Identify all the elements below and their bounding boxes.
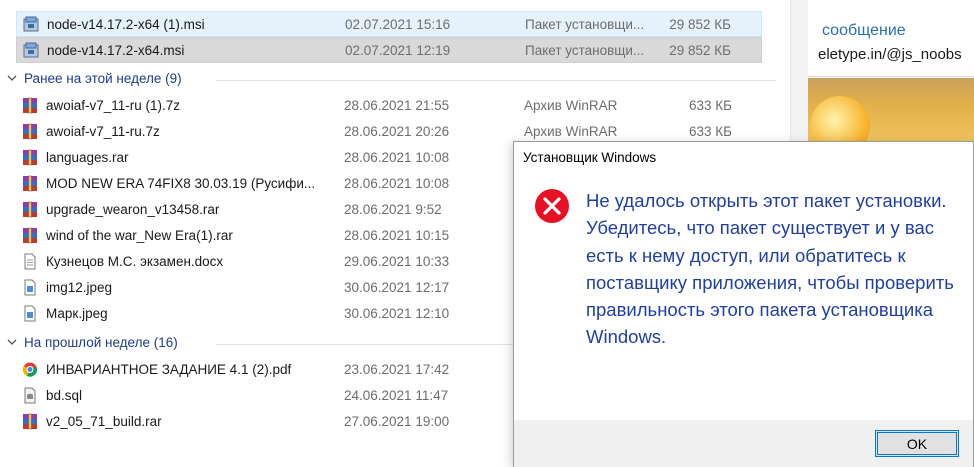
msi-installer-icon (23, 42, 39, 59)
file-name: languages.rar (46, 150, 129, 165)
dialog-message: Не удалось открыть этот пакет установки.… (586, 190, 954, 348)
chevron-down-icon (7, 339, 17, 345)
file-size: 29 852 КБ (669, 17, 731, 32)
ok-button[interactable]: OK (875, 430, 959, 457)
dialog-titlebar[interactable]: Установщик Windows (514, 142, 973, 172)
file-row[interactable]: node-v14.17.2-x64.msi 02.07.2021 12:19 Пак… (16, 37, 762, 63)
winrar-archive-icon (22, 175, 38, 192)
chevron-down-icon (7, 75, 17, 81)
divider (808, 76, 974, 77)
file-name: Кузнецов М.С. экзамен.docx (46, 254, 224, 269)
file-date: 02.07.2021 15:16 (345, 17, 451, 32)
group-label: Ранее на этой неделе (9) (24, 71, 182, 86)
error-icon (535, 189, 569, 223)
file-date: 23.06.2021 17:42 (344, 362, 450, 377)
file-name: awoiaf-v7_11-ru (1).7z (46, 98, 181, 113)
file-name: node-v14.17.2-x64 (1).msi (47, 17, 205, 32)
chrome-pdf-icon (22, 361, 38, 378)
file-date: 28.06.2021 10:08 (344, 176, 450, 191)
group-label: На прошлой неделе (16) (24, 335, 178, 350)
file-size: 633 КБ (689, 98, 732, 113)
background-message-url[interactable]: eletype.in/@js_noobs (818, 46, 962, 63)
file-row[interactable]: awoiaf-v7_11-ru (1).7z 28.06.2021 21:55 Ар… (16, 93, 762, 119)
file-date: 27.06.2021 19:00 (344, 414, 450, 429)
file-type: Архив WinRAR (524, 124, 618, 139)
image-file-icon (22, 305, 38, 322)
winrar-archive-icon (22, 97, 38, 114)
file-date: 28.06.2021 20:26 (344, 124, 450, 139)
file-date: 28.06.2021 9:52 (344, 202, 442, 217)
document-icon (22, 253, 38, 270)
file-type: Пакет установщи... (525, 17, 645, 32)
file-date: 28.06.2021 21:55 (344, 98, 450, 113)
group-divider (216, 80, 776, 81)
file-name: Марк.jpeg (46, 306, 108, 321)
file-row[interactable]: node-v14.17.2-x64 (1).msi 02.07.2021 15:1… (16, 11, 762, 37)
winrar-archive-icon (22, 123, 38, 140)
file-type: Архив WinRAR (524, 98, 618, 113)
msi-installer-icon (23, 16, 39, 33)
image-file-icon (22, 279, 38, 296)
file-date: 02.07.2021 12:19 (345, 43, 451, 58)
file-size: 633 КБ (689, 124, 732, 139)
background-artwork (808, 78, 974, 148)
winrar-archive-icon (22, 413, 38, 430)
file-name: upgrade_wearon_v13458.rar (46, 202, 220, 217)
file-type: Пакет установщи... (525, 43, 645, 58)
winrar-archive-icon (22, 227, 38, 244)
file-date: 30.06.2021 12:10 (344, 306, 450, 321)
dialog-footer: OK (514, 420, 973, 467)
background-message-title: сообщение (822, 22, 906, 39)
file-name: v2_05_71_build.rar (46, 414, 162, 429)
file-date: 29.06.2021 10:33 (344, 254, 450, 269)
file-date: 24.06.2021 11:47 (344, 388, 449, 403)
file-name: wind of the war_New Era(1).rar (46, 228, 233, 243)
file-size: 29 852 КБ (669, 43, 731, 58)
file-name: awoiaf-v7_11-ru.7z (46, 124, 160, 139)
group-header[interactable]: Ранее на этой неделе (9) (6, 69, 776, 91)
file-date: 28.06.2021 10:08 (344, 150, 450, 165)
file-name: node-v14.17.2-x64.msi (47, 43, 185, 58)
file-name: ИНВАРИАНТНОЕ ЗАДАНИЕ 4.1 (2).pdf (46, 362, 292, 377)
file-date: 28.06.2021 10:15 (344, 228, 450, 243)
file-date: 30.06.2021 12:17 (344, 280, 450, 295)
file-name: MOD NEW ERA 74FIX8 30.03.19 (Русифи... (46, 176, 316, 191)
dialog-title: Установщик Windows (523, 150, 657, 165)
windows-installer-dialog: Установщик Windows Не удалось открыть эт… (513, 141, 974, 467)
sql-file-icon (22, 387, 38, 404)
file-name: bd.sql (46, 388, 83, 403)
file-name: img12.jpeg (46, 280, 113, 295)
winrar-archive-icon (22, 149, 38, 166)
winrar-archive-icon (22, 201, 38, 218)
